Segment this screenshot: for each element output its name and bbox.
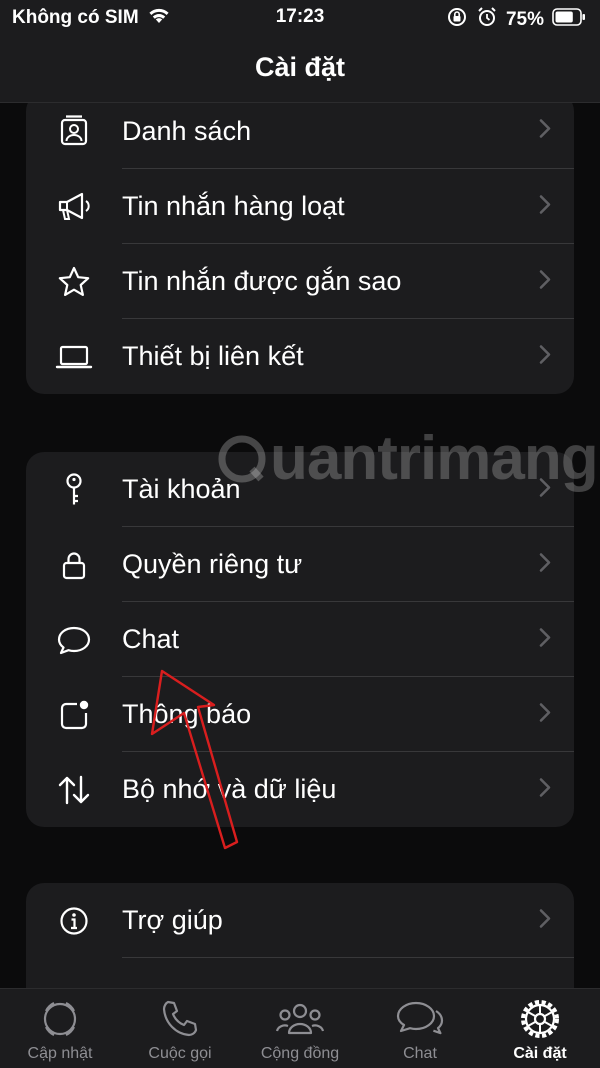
chevron-right-icon xyxy=(538,343,552,370)
chevron-right-icon xyxy=(538,701,552,728)
row-separator xyxy=(122,957,574,958)
tab-chats[interactable]: Chat xyxy=(360,989,480,1068)
navigation-bar: Cài đặt xyxy=(0,34,600,103)
settings-row-lists[interactable]: Danh sách xyxy=(26,103,574,169)
chevron-right-icon xyxy=(538,476,552,503)
chevron-right-icon xyxy=(538,626,552,653)
row-label: Thông báo xyxy=(122,699,252,729)
alarm-icon xyxy=(476,6,498,34)
tab-updates[interactable]: Cập nhật xyxy=(0,989,120,1068)
tab-label: Cộng đồng xyxy=(260,1045,340,1062)
row-label: Danh sách xyxy=(122,115,252,146)
tab-calls[interactable]: Cuộc gọi xyxy=(120,989,240,1068)
updates-icon xyxy=(38,997,82,1041)
chat-bubble-icon xyxy=(54,620,94,660)
page-title: Cài đặt xyxy=(254,51,346,82)
settings-row-chat[interactable]: Chat xyxy=(26,602,574,677)
row-label: Tin nhắn hàng loạt xyxy=(122,191,345,221)
megaphone-icon xyxy=(54,187,94,227)
chevron-right-icon xyxy=(538,907,552,934)
status-right: 75% xyxy=(446,6,586,34)
row-label: Thiết bị liên kết xyxy=(122,341,304,371)
settings-list[interactable]: Danh sách Tin nhắn hàng loạt Tin nhắn đư… xyxy=(0,103,600,988)
tab-bar: Cập nhật Cuộc gọi Cộng đồng Chat Cài đặt xyxy=(0,988,600,1068)
tab-label: Chat xyxy=(403,1045,437,1062)
orientation-lock-icon xyxy=(446,6,468,34)
chats-icon xyxy=(394,997,446,1041)
chevron-right-icon xyxy=(538,776,552,803)
star-icon xyxy=(54,262,94,302)
tab-label: Cuộc gọi xyxy=(148,1045,212,1062)
row-label: Bộ nhớ và dữ liệu xyxy=(122,774,337,804)
community-icon xyxy=(274,997,326,1041)
row-label: Tin nhắn được gắn sao xyxy=(122,266,402,296)
settings-row-starred[interactable]: Tin nhắn được gắn sao xyxy=(26,244,574,319)
chevron-right-icon xyxy=(538,551,552,578)
settings-gear-icon xyxy=(518,997,562,1041)
chevron-right-icon xyxy=(538,268,552,295)
settings-row-broadcast[interactable]: Tin nhắn hàng loạt xyxy=(26,169,574,244)
chevron-right-icon xyxy=(538,193,552,220)
tab-label: Cài đặt xyxy=(513,1045,567,1062)
settings-row-privacy[interactable]: Quyền riêng tư xyxy=(26,527,574,602)
tab-label: Cập nhật xyxy=(27,1045,93,1062)
tab-settings[interactable]: Cài đặt xyxy=(480,989,600,1068)
settings-group-help: Trợ giúp xyxy=(26,883,574,988)
tab-communities[interactable]: Cộng đồng xyxy=(240,989,360,1068)
lock-icon xyxy=(54,545,94,585)
battery-icon xyxy=(552,8,586,32)
laptop-icon xyxy=(54,337,94,377)
battery-percent: 75% xyxy=(505,9,544,30)
chevron-right-icon xyxy=(538,118,552,145)
settings-row-account[interactable]: Tài khoản xyxy=(26,452,574,527)
settings-row-help[interactable]: Trợ giúp xyxy=(26,883,574,958)
phone-icon xyxy=(158,997,202,1041)
status-bar: Không có SIM 17:23 75% xyxy=(0,0,600,34)
settings-row-storage[interactable]: Bộ nhớ và dữ liệu xyxy=(26,752,574,827)
settings-row-notifications[interactable]: Thông báo xyxy=(26,677,574,752)
settings-group-tools: Danh sách Tin nhắn hàng loạt Tin nhắn đư… xyxy=(26,103,574,394)
contact-card-icon xyxy=(54,111,94,151)
settings-row-linked-devices[interactable]: Thiết bị liên kết xyxy=(26,319,574,394)
row-label: Tài khoản xyxy=(122,474,241,504)
key-icon xyxy=(54,470,94,510)
up-down-arrows-icon xyxy=(54,770,94,810)
settings-group-account: Tài khoản Quyền riêng tư Chat Thông báo … xyxy=(26,452,574,827)
row-label: Quyền riêng tư xyxy=(122,549,303,579)
row-label: Trợ giúp xyxy=(122,905,223,935)
row-label: Chat xyxy=(122,624,180,654)
info-icon xyxy=(54,901,94,941)
notification-icon xyxy=(54,695,94,735)
